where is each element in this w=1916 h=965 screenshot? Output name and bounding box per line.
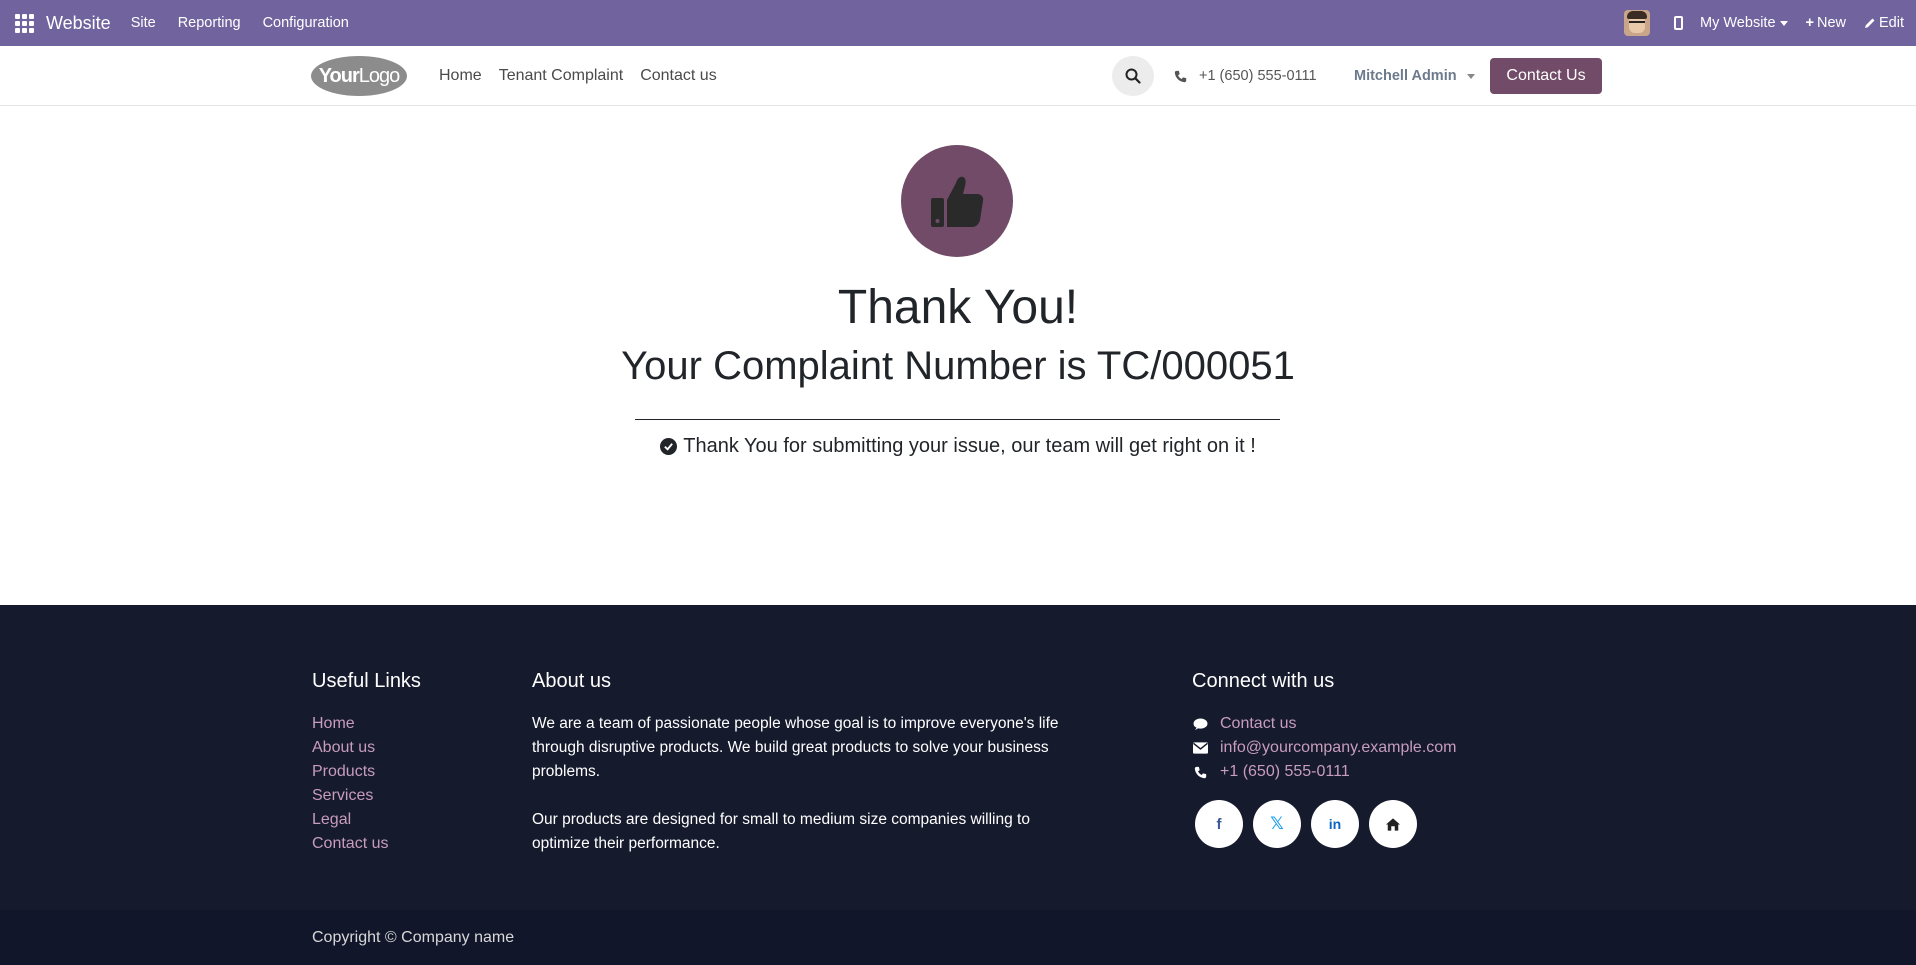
user-dropdown[interactable]: Mitchell Admin	[1354, 46, 1475, 106]
phone-icon	[1174, 70, 1187, 82]
menu-reporting[interactable]: Reporting	[178, 15, 241, 31]
connect-list: Contact us info@yourcompany.example.com …	[1192, 712, 1457, 784]
social-links: f 𝕏 in	[1195, 800, 1427, 848]
site-header: Your Logo Home Tenant Complaint Contact u…	[0, 46, 1916, 106]
contact-us-button[interactable]: Contact Us	[1490, 58, 1602, 94]
new-button[interactable]: + New	[1806, 15, 1846, 31]
footer-link-services[interactable]: Services	[312, 784, 388, 808]
complaint-number-heading: Your Complaint Number is TC/000051	[621, 344, 1295, 388]
nav-home[interactable]: Home	[439, 67, 482, 85]
about-paragraph-2: Our products are designed for small to m…	[532, 811, 1030, 852]
logo-text: Logo	[358, 64, 400, 87]
site-footer: Useful Links Home About us Products Serv…	[0, 605, 1916, 910]
footer-link-products[interactable]: Products	[312, 760, 388, 784]
divider	[635, 419, 1280, 420]
useful-links-title: Useful Links	[312, 670, 421, 692]
footer-link-about[interactable]: About us	[312, 736, 388, 760]
nav-tenant-complaint[interactable]: Tenant Complaint	[499, 67, 624, 85]
footer-link-home[interactable]: Home	[312, 712, 388, 736]
check-circle-icon	[660, 438, 678, 455]
confirmation-message: Thank You for submitting your issue, our…	[0, 435, 1916, 458]
about-us-text: We are a team of passionate people whose…	[532, 712, 1062, 880]
thumbs-up-icon	[931, 176, 984, 227]
confirmation-text: Thank You for submitting your issue, our…	[683, 435, 1256, 457]
about-paragraph-1: We are a team of passionate people whose…	[532, 715, 1059, 780]
new-label: New	[1816, 15, 1846, 31]
x-glyph: 𝕏	[1270, 814, 1284, 833]
user-name: Mitchell Admin	[1354, 68, 1457, 84]
footer-link-legal[interactable]: Legal	[312, 808, 388, 832]
menu-configuration[interactable]: Configuration	[263, 15, 349, 31]
connect-phone-label: +1 (650) 555-0111	[1220, 763, 1350, 780]
company-logo[interactable]: Your Logo	[311, 56, 407, 96]
apps-grid-icon[interactable]	[13, 12, 35, 34]
my-website-dropdown[interactable]: My Website	[1700, 15, 1788, 31]
phone-icon	[1192, 764, 1208, 780]
menu-site[interactable]: Site	[131, 15, 156, 31]
app-brand[interactable]: Website	[46, 13, 111, 34]
home-icon[interactable]	[1369, 800, 1417, 848]
my-website-label: My Website	[1700, 15, 1776, 31]
copyright-bar: Copyright © Company name	[0, 910, 1916, 965]
pencil-icon	[1865, 18, 1875, 28]
mobile-preview-icon[interactable]	[1674, 16, 1684, 30]
copyright-text: Copyright © Company name	[312, 929, 515, 946]
main-nav: Home Tenant Complaint Contact us	[439, 46, 734, 106]
edit-label: Edit	[1879, 15, 1904, 31]
search-button[interactable]	[1112, 56, 1154, 96]
search-icon	[1125, 68, 1141, 84]
logo-text-bold: Your	[318, 64, 360, 87]
thumbs-up-badge	[901, 145, 1013, 257]
user-avatar[interactable]	[1624, 10, 1651, 36]
footer-link-contact[interactable]: Contact us	[312, 832, 388, 856]
nav-contact-us[interactable]: Contact us	[640, 67, 716, 85]
plus-icon: +	[1805, 15, 1814, 31]
chevron-down-icon	[1779, 20, 1788, 26]
linkedin-icon[interactable]: in	[1311, 800, 1359, 848]
connect-contact-link[interactable]: Contact us	[1192, 712, 1457, 736]
linkedin-glyph: in	[1328, 816, 1342, 832]
header-phone[interactable]: +1 (650) 555-0111	[1174, 46, 1317, 106]
about-us-title: About us	[532, 670, 611, 692]
thank-you-heading: Thank You!	[837, 281, 1079, 334]
connect-contact-label: Contact us	[1220, 715, 1297, 732]
connect-phone-link[interactable]: +1 (650) 555-0111	[1192, 760, 1457, 784]
useful-links-list: Home About us Products Services Legal Co…	[312, 712, 388, 856]
chevron-down-icon	[1466, 73, 1475, 79]
edit-button[interactable]: Edit	[1864, 15, 1904, 31]
header-phone-number: +1 (650) 555-0111	[1199, 68, 1317, 84]
envelope-icon	[1192, 740, 1208, 756]
connect-email-link[interactable]: info@yourcompany.example.com	[1192, 736, 1457, 760]
connect-email-label: info@yourcompany.example.com	[1220, 739, 1457, 756]
facebook-icon[interactable]: f	[1195, 800, 1243, 848]
facebook-glyph: f	[1216, 815, 1222, 833]
admin-navbar: Website Site Reporting Configuration My …	[0, 0, 1916, 46]
comment-icon	[1192, 716, 1208, 732]
x-twitter-icon[interactable]: 𝕏	[1253, 800, 1301, 848]
connect-title: Connect with us	[1192, 670, 1335, 692]
